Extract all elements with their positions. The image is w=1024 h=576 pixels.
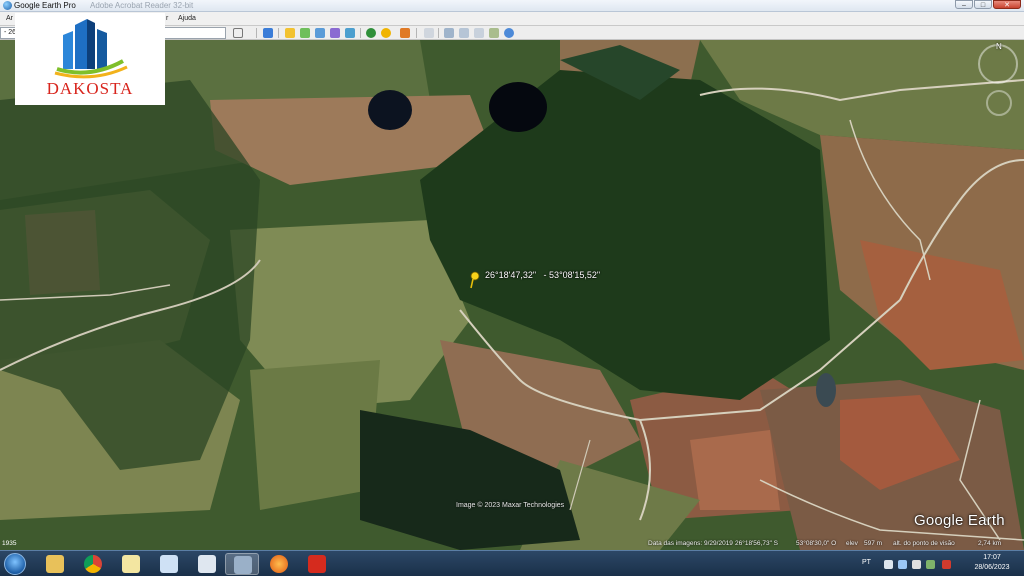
look-control[interactable] bbox=[986, 90, 1012, 116]
chrome-icon bbox=[84, 555, 102, 573]
search-icon[interactable] bbox=[233, 28, 243, 38]
alert-icon[interactable] bbox=[942, 560, 951, 569]
menu-item-ferramentas[interactable]: r bbox=[166, 13, 168, 25]
network-icon[interactable] bbox=[898, 560, 907, 569]
latitude-readout: 26°18'56,73" S bbox=[735, 540, 779, 547]
notes-icon bbox=[122, 555, 140, 573]
taskbar-app-explorer[interactable] bbox=[38, 553, 72, 575]
close-button[interactable]: ✕ bbox=[993, 0, 1021, 9]
window-title: Google Earth Pro bbox=[14, 1, 76, 10]
calculator-icon bbox=[198, 555, 216, 573]
sidebar-toggle-icon[interactable] bbox=[263, 28, 273, 38]
title-bar: Google Earth Pro Adobe Acrobat Reader 32… bbox=[0, 0, 1024, 12]
dakosta-logo-text: DAKOSTA bbox=[46, 79, 134, 98]
taskbar-app-firefox[interactable] bbox=[262, 553, 296, 575]
clock-date: 28/06/2023 bbox=[974, 564, 1010, 571]
battery-icon[interactable] bbox=[926, 560, 935, 569]
path-icon[interactable] bbox=[315, 28, 325, 38]
google-earth-window: Google Earth Pro Adobe Acrobat Reader 32… bbox=[0, 0, 1024, 576]
building-logo-icon bbox=[54, 19, 128, 79]
elevation-readout: 597 m bbox=[864, 540, 883, 547]
taskbar-app-notes[interactable] bbox=[114, 553, 148, 575]
eye-altitude-readout: 2,74 km bbox=[978, 540, 1002, 547]
system-clock[interactable]: 17:07 28/06/2023 bbox=[964, 553, 1020, 573]
taskbar-app-google-earth-pro[interactable] bbox=[225, 553, 259, 575]
placemark-pin-icon[interactable] bbox=[468, 271, 482, 289]
taskbar-app-chrome[interactable] bbox=[76, 553, 110, 575]
placemark-icon[interactable] bbox=[285, 28, 295, 38]
sunlight-icon[interactable] bbox=[381, 28, 391, 38]
google-earth-app-icon bbox=[3, 1, 12, 10]
minimize-button[interactable]: – bbox=[955, 0, 973, 9]
compass-north-label: N bbox=[996, 42, 1002, 51]
eye-altitude-label: alt. do ponto de visão bbox=[893, 540, 955, 547]
print-icon[interactable] bbox=[459, 28, 469, 38]
menu-item-ajuda[interactable]: Ajuda bbox=[178, 13, 196, 25]
polygon-icon[interactable] bbox=[300, 28, 310, 38]
paint-icon bbox=[160, 555, 178, 573]
explorer-icon bbox=[46, 555, 64, 573]
elevation-label: elev bbox=[846, 540, 858, 547]
placemark-label[interactable]: 26°18'47,32" - 53°08'15,52" bbox=[485, 270, 600, 280]
maximize-button[interactable]: □ bbox=[974, 0, 992, 9]
view-in-maps-icon[interactable] bbox=[489, 28, 499, 38]
imagery-attribution: Image © 2023 Maxar Technologies bbox=[456, 502, 565, 509]
taskbar-app-calculator[interactable] bbox=[190, 553, 224, 575]
ruler-icon[interactable] bbox=[424, 28, 434, 38]
record-tour-icon[interactable] bbox=[345, 28, 355, 38]
save-image-icon[interactable] bbox=[474, 28, 484, 38]
satellite-imagery bbox=[0, 40, 1024, 550]
language-indicator[interactable]: PT bbox=[862, 559, 871, 566]
status-bar: Data das imagens: 9/29/2019 26°18'56,73"… bbox=[0, 538, 1024, 550]
volume-icon[interactable] bbox=[912, 560, 921, 569]
earth-icon[interactable] bbox=[504, 28, 514, 38]
map-view[interactable]: 26°18'47,32" - 53°08'15,52" N Image © 20… bbox=[0, 40, 1024, 550]
imagery-date: Data das imagens: 9/29/2019 bbox=[648, 540, 733, 547]
image-overlay-icon[interactable] bbox=[330, 28, 340, 38]
google-earth-pro-icon bbox=[234, 556, 252, 574]
tray-counter: 1935 bbox=[2, 540, 17, 547]
firefox-icon bbox=[270, 555, 288, 573]
taskbar: 1935 PT 17:07 28/06/2023 bbox=[0, 540, 1024, 576]
acrobat-icon bbox=[308, 555, 326, 573]
longitude-readout: 53°08'30,0" O bbox=[796, 540, 837, 547]
google-earth-logo: Google Earth bbox=[914, 512, 1005, 529]
taskbar-app-paint[interactable] bbox=[152, 553, 186, 575]
planets-icon[interactable] bbox=[400, 28, 410, 38]
historical-imagery-icon[interactable] bbox=[366, 28, 376, 38]
email-icon[interactable] bbox=[444, 28, 454, 38]
clock-time: 17:07 bbox=[983, 554, 1001, 561]
menu-item-arquivo[interactable]: Ar bbox=[6, 13, 13, 25]
taskbar-app-acrobat[interactable] bbox=[300, 553, 334, 575]
start-button[interactable] bbox=[4, 553, 26, 575]
dakosta-logo: DAKOSTA bbox=[15, 13, 165, 105]
tray-arrow-icon[interactable] bbox=[884, 560, 893, 569]
background-window-title: Adobe Acrobat Reader 32-bit bbox=[90, 1, 194, 10]
